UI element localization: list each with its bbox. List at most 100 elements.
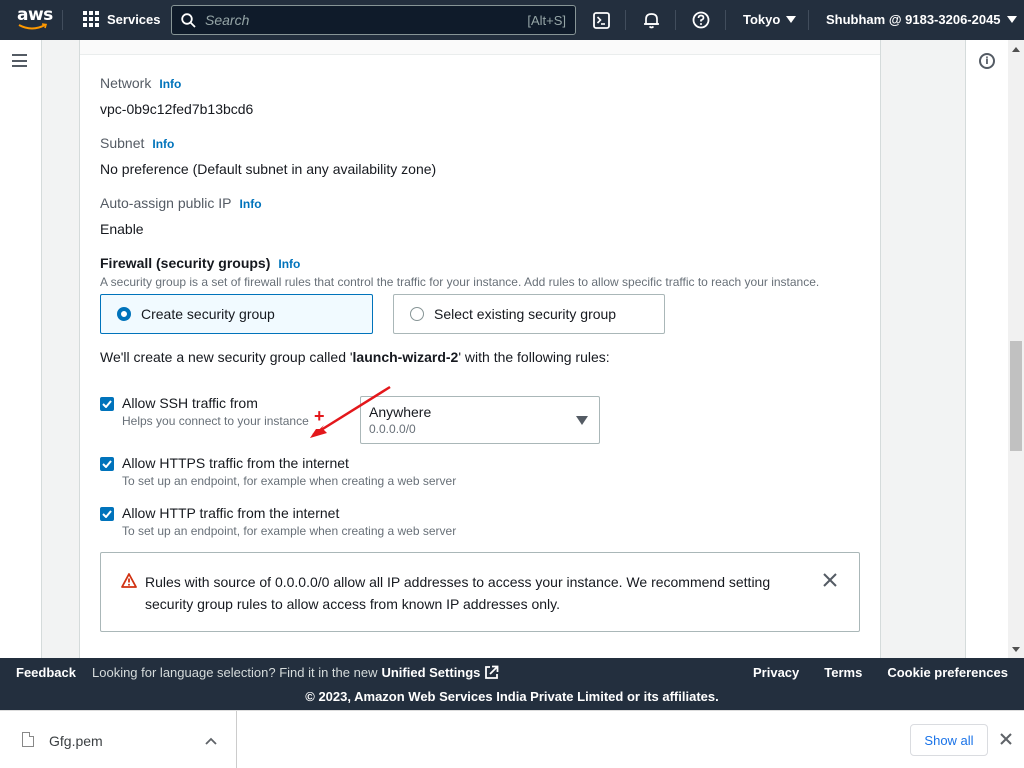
search-input[interactable]: Search [Alt+S] xyxy=(171,5,576,35)
radio-selected-icon[interactable] xyxy=(117,307,131,321)
security-group-name: launch-wizard-2 xyxy=(352,349,459,365)
privacy-link[interactable]: Privacy xyxy=(753,665,799,680)
security-group-note: We'll create a new security group called… xyxy=(100,349,610,365)
download-file-name: Gfg.pem xyxy=(49,733,103,749)
network-label-text: Network xyxy=(100,75,152,91)
caret-down-icon xyxy=(1006,16,1017,23)
close-download-bar-icon[interactable] xyxy=(998,731,1014,747)
caret-down-icon xyxy=(786,16,797,23)
terms-link[interactable]: Terms xyxy=(824,665,862,680)
language-notice: Looking for language selection? Find it … xyxy=(92,665,499,680)
note-prefix: We'll create a new security group called… xyxy=(100,349,353,365)
bell-icon xyxy=(643,13,659,29)
select-existing-security-group-label: Select existing security group xyxy=(434,306,617,322)
firewall-description: A security group is a set of firewall ru… xyxy=(100,275,820,289)
scrollbar-thumb[interactable] xyxy=(1010,341,1022,451)
copyright-text: © 2023, Amazon Web Services India Privat… xyxy=(305,689,719,704)
show-all-downloads-button[interactable]: Show all xyxy=(910,724,988,756)
services-label: Services xyxy=(107,11,161,27)
open-access-warning-alert: Rules with source of 0.0.0.0/0 allow all… xyxy=(100,552,860,632)
right-gutter xyxy=(880,40,966,658)
checkmark-icon xyxy=(102,510,112,518)
network-settings-panel: Network Info vpc-0b9c12fed7b13bcd6 Subne… xyxy=(80,40,880,658)
firewall-info-link[interactable]: Info xyxy=(278,257,300,271)
notifications-button[interactable] xyxy=(641,10,661,30)
region-selector[interactable]: Tokyo xyxy=(743,12,797,27)
external-link-icon xyxy=(485,665,499,679)
help-icon xyxy=(692,11,710,29)
select-existing-security-group-option[interactable]: Select existing security group xyxy=(393,294,665,334)
note-suffix: ' with the following rules: xyxy=(458,349,610,365)
http-rule-subtitle: To set up an endpoint, for example when … xyxy=(122,524,457,538)
nav-divider xyxy=(725,10,726,30)
nav-divider xyxy=(625,10,626,30)
auto-assign-ip-label: Auto-assign public IP Info xyxy=(100,195,262,211)
account-label: Shubham @ 9183-3206-2045 xyxy=(826,12,1001,27)
language-notice-text: Looking for language selection? Find it … xyxy=(92,665,378,680)
warning-icon xyxy=(121,573,137,588)
https-rule-title: Allow HTTPS traffic from the internet xyxy=(122,455,349,471)
auto-assign-ip-info-link[interactable]: Info xyxy=(240,197,262,211)
search-shortcut: [Alt+S] xyxy=(527,12,566,28)
dropdown-caret-icon xyxy=(576,416,588,425)
cloudshell-button[interactable] xyxy=(591,10,611,30)
page-scrollbar[interactable] xyxy=(1008,40,1024,658)
nav-divider xyxy=(808,10,809,30)
cookie-preferences-link[interactable]: Cookie preferences xyxy=(887,665,1008,680)
ssh-checkbox[interactable] xyxy=(100,397,114,411)
https-checkbox[interactable] xyxy=(100,457,114,471)
subnet-label-text: Subnet xyxy=(100,135,145,151)
ssh-source-value: Anywhere xyxy=(369,404,432,420)
create-security-group-option[interactable]: Create security group xyxy=(100,294,373,334)
chevron-up-icon[interactable] xyxy=(205,737,217,745)
https-rule-subtitle: To set up an endpoint, for example when … xyxy=(122,474,457,488)
firewall-label-text: Firewall (security groups) xyxy=(100,255,271,271)
footer-links: Privacy Terms Cookie preferences xyxy=(753,665,1008,680)
subnet-label: Subnet Info xyxy=(100,135,174,151)
aws-smile-icon xyxy=(18,23,48,30)
ssh-source-cidr: 0.0.0.0/0 xyxy=(369,422,416,436)
ssh-rule-subtitle: Helps you connect to your instance xyxy=(122,414,309,428)
cloudshell-icon xyxy=(592,11,610,29)
region-label: Tokyo xyxy=(743,12,781,27)
radio-unselected-icon[interactable] xyxy=(410,307,424,321)
browser-download-bar: Gfg.pem Show all xyxy=(0,710,1024,768)
download-item[interactable]: Gfg.pem xyxy=(0,711,237,768)
firewall-label: Firewall (security groups) Info xyxy=(100,255,300,271)
aws-logo[interactable]: aws xyxy=(17,7,53,32)
search-icon xyxy=(181,12,196,28)
close-alert-icon[interactable] xyxy=(821,571,839,589)
http-rule-title: Allow HTTP traffic from the internet xyxy=(122,505,340,521)
feedback-link[interactable]: Feedback xyxy=(16,665,76,680)
side-navigation-rail xyxy=(0,40,41,658)
create-security-group-label: Create security group xyxy=(141,306,275,322)
scroll-up-arrow-icon[interactable] xyxy=(1012,47,1020,52)
help-button[interactable] xyxy=(691,10,711,30)
auto-assign-ip-value: Enable xyxy=(100,221,144,237)
left-gutter xyxy=(41,40,80,658)
subnet-info-link[interactable]: Info xyxy=(152,137,174,151)
search-placeholder: Search xyxy=(205,12,250,28)
checkmark-icon xyxy=(102,400,112,408)
subnet-value: No preference (Default subnet in any ava… xyxy=(100,161,437,177)
ssh-rule-title: Allow SSH traffic from xyxy=(122,395,258,411)
hamburger-menu-icon[interactable] xyxy=(12,54,27,67)
alert-message: Rules with source of 0.0.0.0/0 allow all… xyxy=(145,574,771,612)
scroll-down-arrow-icon[interactable] xyxy=(1012,647,1020,652)
network-label: Network Info xyxy=(100,75,181,91)
grid-icon xyxy=(83,11,99,27)
network-info-link[interactable]: Info xyxy=(159,77,181,91)
top-navigation: aws Services Search [Alt+S] Tokyo Shubha… xyxy=(0,0,1024,40)
account-menu[interactable]: Shubham @ 9183-3206-2045 xyxy=(826,12,1017,27)
file-icon xyxy=(22,732,34,747)
nav-divider xyxy=(62,10,63,30)
auto-assign-ip-label-text: Auto-assign public IP xyxy=(100,195,232,211)
http-checkbox[interactable] xyxy=(100,507,114,521)
annotation-plus-icon: + xyxy=(314,406,325,426)
console-footer: Feedback Looking for language selection?… xyxy=(0,658,1024,710)
services-menu-button[interactable]: Services xyxy=(83,11,161,27)
checkmark-icon xyxy=(102,460,112,468)
unified-settings-link[interactable]: Unified Settings xyxy=(381,665,480,680)
network-value: vpc-0b9c12fed7b13bcd6 xyxy=(100,101,254,117)
info-panel-icon[interactable]: i xyxy=(979,53,995,69)
